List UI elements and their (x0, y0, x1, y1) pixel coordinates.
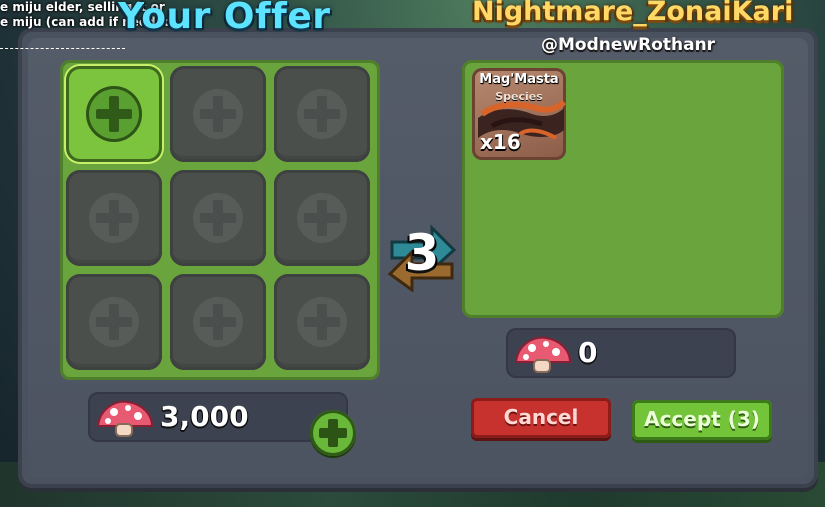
add-item-slot[interactable] (66, 66, 162, 162)
partner-coin-box: 0 (506, 328, 736, 378)
plus-icon (294, 190, 350, 246)
partner-display-name: Nightmare_ZonaiKari (472, 0, 794, 27)
plus-icon (190, 86, 246, 142)
your-coin-amount: 3,000 (160, 400, 249, 433)
empty-offer-slot[interactable] (170, 66, 266, 162)
cancel-button[interactable]: Cancel (471, 398, 611, 438)
empty-offer-slot[interactable] (274, 170, 370, 266)
item-quantity: x16 (480, 130, 521, 154)
mushroom-currency-icon (96, 400, 154, 437)
empty-offer-slot[interactable] (66, 274, 162, 370)
plus-icon (86, 294, 142, 350)
partner-item-card[interactable]: Mag'Masta Species x16 (472, 68, 566, 160)
your-offer-title: Your Offer (118, 0, 331, 37)
chat-divider (0, 48, 125, 49)
trade-countdown: 3 (404, 224, 440, 282)
empty-offer-slot[interactable] (274, 66, 370, 162)
item-name: Mag'Masta (479, 72, 559, 87)
plus-icon (86, 190, 142, 246)
empty-offer-slot[interactable] (170, 274, 266, 370)
plus-icon (190, 190, 246, 246)
plus-icon (190, 294, 246, 350)
item-type: Species (495, 90, 543, 103)
your-coin-box: 3,000 (88, 392, 348, 442)
empty-offer-slot[interactable] (170, 170, 266, 266)
mushroom-currency-icon (514, 336, 572, 373)
add-coins-button[interactable] (310, 410, 356, 456)
plus-icon (294, 86, 350, 142)
empty-offer-slot[interactable] (274, 274, 370, 370)
accept-button[interactable]: Accept (3) (632, 400, 772, 440)
partner-coin-amount: 0 (578, 336, 598, 369)
plus-icon (86, 86, 142, 142)
partner-username: @ModnewRothanr (541, 35, 716, 55)
plus-icon (294, 294, 350, 350)
empty-offer-slot[interactable] (66, 170, 162, 266)
